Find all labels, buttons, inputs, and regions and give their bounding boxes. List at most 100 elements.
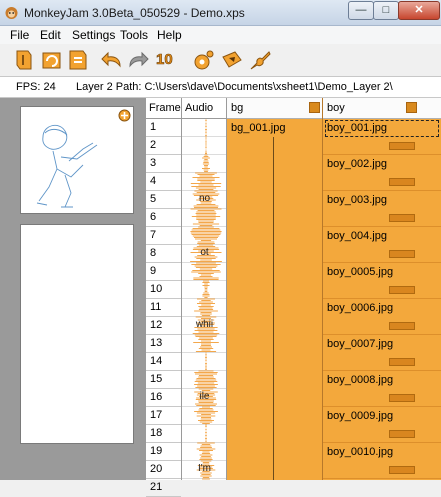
- layer-header-bg: bg: [227, 98, 322, 119]
- menu-file[interactable]: File: [10, 28, 29, 42]
- cell-separator: [323, 334, 441, 335]
- fps-readout: FPS: 24: [16, 81, 56, 93]
- close-button[interactable]: ✕: [398, 1, 440, 20]
- hold-bar[interactable]: [389, 250, 415, 258]
- frame-row[interactable]: 7: [146, 227, 181, 245]
- hold-bar[interactable]: [389, 142, 415, 150]
- add-circle-icon[interactable]: [118, 109, 131, 122]
- cell-label[interactable]: boy_0006.jpg: [327, 302, 393, 314]
- frame-row[interactable]: 16: [146, 389, 181, 407]
- layer-toggle-boy[interactable]: [406, 102, 417, 113]
- frame-row[interactable]: 8: [146, 245, 181, 263]
- cell-label[interactable]: boy_0008.jpg: [327, 374, 393, 386]
- minimize-button[interactable]: —: [348, 1, 374, 20]
- onion-skin-icon[interactable]: [192, 48, 216, 72]
- camera-icon[interactable]: [220, 48, 244, 72]
- frame-row[interactable]: 3: [146, 155, 181, 173]
- frame-row[interactable]: 20: [146, 461, 181, 479]
- lyric-label[interactable]: no: [182, 193, 226, 204]
- cell-label[interactable]: boy_0010.jpg: [327, 446, 393, 458]
- cell-label[interactable]: bg_001.jpg: [231, 122, 285, 134]
- hold-bar[interactable]: [389, 322, 415, 330]
- audio-waveform[interactable]: [182, 119, 227, 480]
- selected-cell-outline: [325, 120, 439, 137]
- frame-row[interactable]: 13: [146, 335, 181, 353]
- menu-settings[interactable]: Settings: [72, 28, 115, 42]
- frame-thumbnail[interactable]: [20, 106, 134, 214]
- frame-header: Frame: [146, 98, 181, 119]
- menu-help[interactable]: Help: [157, 28, 182, 42]
- undo-icon[interactable]: [100, 48, 124, 72]
- menu-tools[interactable]: Tools: [120, 28, 148, 42]
- redo-icon[interactable]: [126, 48, 150, 72]
- frame-row[interactable]: 2: [146, 137, 181, 155]
- frame-row[interactable]: 21: [146, 479, 181, 497]
- frame-row[interactable]: 14: [146, 353, 181, 371]
- frame-row[interactable]: 9: [146, 263, 181, 281]
- boy-sketch-image: [36, 124, 98, 208]
- frame-row[interactable]: 11: [146, 299, 181, 317]
- playback-preview: [20, 224, 134, 444]
- hold-bar[interactable]: [389, 430, 415, 438]
- layer-boy[interactable]: boy boy_001.jpg boy_002.jpg boy_003.jpg boy…: [323, 98, 441, 480]
- title-bar: MonkeyJam 3.0Beta_050529 - Demo.xps — □ …: [0, 0, 441, 26]
- export-icon[interactable]: [66, 48, 90, 72]
- hold-bar[interactable]: [389, 358, 415, 366]
- frame-row[interactable]: 6: [146, 209, 181, 227]
- layer-toggle-bg[interactable]: [309, 102, 320, 113]
- cell-label[interactable]: boy_003.jpg: [327, 194, 387, 206]
- frame-row[interactable]: 19: [146, 443, 181, 461]
- hold-bar[interactable]: [389, 214, 415, 222]
- waveform-trace: [190, 119, 222, 480]
- menu-bar: File Edit Settings Tools Help: [0, 26, 441, 44]
- import-icon[interactable]: [40, 48, 64, 72]
- lyric-label[interactable]: ot: [182, 247, 226, 258]
- monkeyjam-app-icon: [5, 7, 18, 19]
- cell-label[interactable]: boy_0009.jpg: [327, 410, 393, 422]
- preview-panel: [0, 98, 146, 480]
- audio-column: Audio no ot whii ile I'm: [182, 98, 227, 480]
- hold-bar[interactable]: [389, 394, 415, 402]
- lyric-label[interactable]: ile: [182, 391, 226, 402]
- frame-row[interactable]: 4: [146, 173, 181, 191]
- maximize-button[interactable]: □: [373, 1, 399, 20]
- cell-label[interactable]: boy_004.jpg: [327, 230, 387, 242]
- cell-separator: [323, 478, 441, 479]
- ten-frames-button[interactable]: 10: [156, 48, 180, 72]
- hold-bar[interactable]: [389, 466, 415, 474]
- new-layer-icon[interactable]: [12, 48, 36, 72]
- lyric-label[interactable]: I'm: [182, 463, 226, 474]
- cell-separator: [323, 406, 441, 407]
- brush-icon[interactable]: [248, 48, 272, 72]
- layer-name-boy: boy: [327, 102, 345, 114]
- frame-row[interactable]: 18: [146, 425, 181, 443]
- layer-bg[interactable]: bg bg_001.jpg: [227, 98, 323, 480]
- menu-edit[interactable]: Edit: [40, 28, 61, 42]
- hold-bar[interactable]: [389, 286, 415, 294]
- cell-separator: [323, 298, 441, 299]
- window-title: MonkeyJam 3.0Beta_050529 - Demo.xps: [24, 6, 245, 20]
- status-line: FPS: 24 Layer 2 Path: C:\Users\dave\Docu…: [0, 76, 441, 98]
- cell-separator: [323, 262, 441, 263]
- cell-separator: [323, 370, 441, 371]
- cell-label[interactable]: boy_0005.jpg: [327, 266, 393, 278]
- cell-separator: [323, 226, 441, 227]
- cell-label[interactable]: boy_0007.jpg: [327, 338, 393, 350]
- layer-path-readout: Layer 2 Path: C:\Users\dave\Documents\xs…: [76, 81, 393, 93]
- frame-row[interactable]: 15: [146, 371, 181, 389]
- layer-name-bg: bg: [231, 102, 244, 114]
- lyric-label[interactable]: whii: [182, 319, 226, 330]
- hold-line: [273, 137, 274, 480]
- frame-row[interactable]: 1: [146, 119, 181, 137]
- frame-column: Frame 1 2 3 4 5 6 7 8 9 10 11 12 13 14 15 16 17 18 19 20 21: [146, 98, 182, 497]
- frame-row[interactable]: 5: [146, 191, 181, 209]
- audio-header: Audio: [182, 98, 226, 119]
- cell-label[interactable]: boy_002.jpg: [327, 158, 387, 170]
- cell-separator: [323, 190, 441, 191]
- cell-separator: [323, 442, 441, 443]
- frame-row[interactable]: 17: [146, 407, 181, 425]
- frame-row[interactable]: 12: [146, 317, 181, 335]
- layer-header-boy: boy: [323, 98, 441, 119]
- frame-row[interactable]: 10: [146, 281, 181, 299]
- hold-bar[interactable]: [389, 178, 415, 186]
